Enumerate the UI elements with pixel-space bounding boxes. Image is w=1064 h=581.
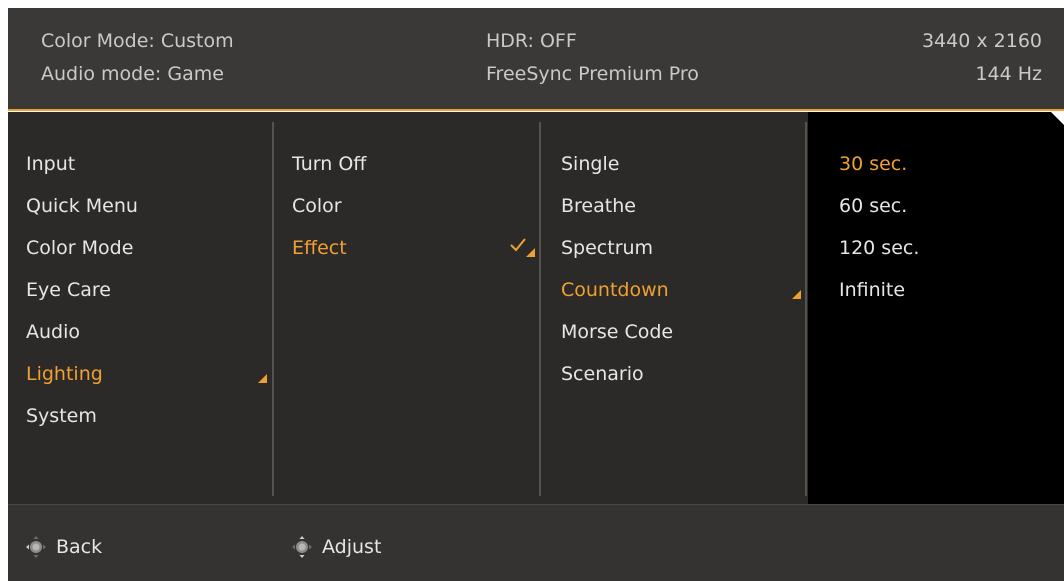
audio-mode-status: Audio mode: Game [41,63,224,85]
effect-item-scenario[interactable]: Scenario [561,362,644,386]
hdr-status: HDR: OFF [486,30,577,52]
osd-menu: Color Mode: Custom Audio mode: Game HDR:… [8,8,1064,581]
column-divider [272,122,274,496]
status-header: Color Mode: Custom Audio mode: Game HDR:… [8,8,1064,111]
countdown-option-60-sec[interactable]: 60 sec. [839,194,907,218]
countdown-option-infinite[interactable]: Infinite [839,278,905,302]
menu-item-color-mode[interactable]: Color Mode [26,236,133,260]
menu-item-eye-care[interactable]: Eye Care [26,278,111,302]
submenu-arrow-icon [258,374,267,383]
resolution-status: 3440 x 2160 [921,30,1042,52]
column-divider [805,122,807,496]
menu-item-quick-menu[interactable]: Quick Menu [26,194,138,218]
menu-body: Input Quick Menu Color Mode Eye Care Aud… [8,112,1064,504]
lighting-item-turn-off[interactable]: Turn Off [292,152,366,176]
lighting-item-color[interactable]: Color [292,194,342,218]
countdown-option-30-sec[interactable]: 30 sec. [839,152,907,176]
color-mode-status: Color Mode: Custom [41,30,234,52]
refresh-rate-status: 144 Hz [975,63,1042,85]
submenu-arrow-icon [526,248,535,257]
header-corner-notch [1050,111,1064,125]
lighting-item-effect[interactable]: Effect [292,236,347,260]
effect-item-morse-code[interactable]: Morse Code [561,320,673,344]
control-hints-footer: Back Adjust [8,504,1064,581]
effect-item-countdown[interactable]: Countdown [561,278,669,302]
submenu-arrow-icon [792,290,801,299]
effect-item-breathe[interactable]: Breathe [561,194,636,218]
freesync-status: FreeSync Premium Pro [486,63,699,85]
effect-item-spectrum[interactable]: Spectrum [561,236,653,260]
joystick-left-right-icon [26,536,46,558]
countdown-option-120-sec[interactable]: 120 sec. [839,236,919,260]
back-hint[interactable]: Back [24,535,102,559]
adjust-hint[interactable]: Adjust [290,535,381,559]
menu-item-system[interactable]: System [26,404,97,428]
back-label: Back [56,536,103,558]
joystick-up-down-icon [292,536,312,558]
menu-item-audio[interactable]: Audio [26,320,80,344]
menu-item-input[interactable]: Input [26,152,75,176]
adjust-label: Adjust [322,536,382,558]
effect-item-single[interactable]: Single [561,152,619,176]
menu-item-lighting[interactable]: Lighting [26,362,103,386]
check-icon [510,238,526,252]
column-divider [539,122,541,496]
